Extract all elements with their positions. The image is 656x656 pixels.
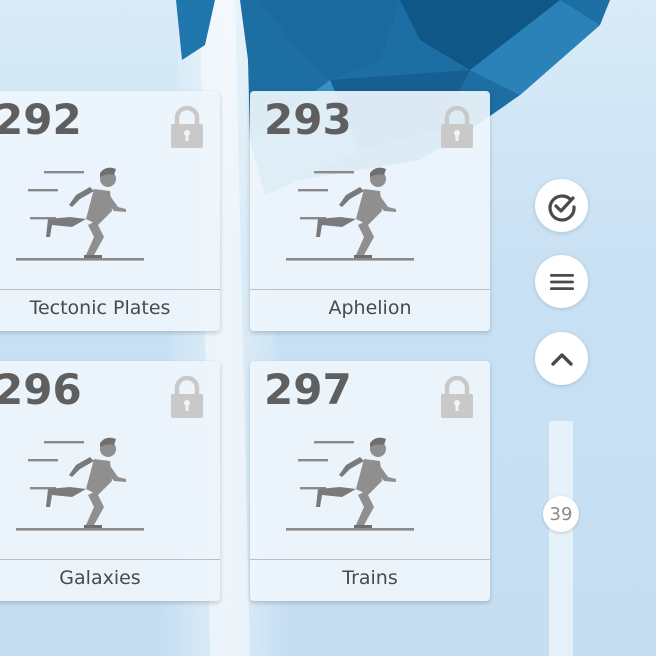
- level-title: Galaxies: [59, 567, 141, 589]
- level-card-296[interactable]: 296 Galaxies: [0, 361, 220, 601]
- chevron-up-icon: [550, 352, 573, 366]
- level-number: 293: [264, 95, 352, 144]
- level-card-293[interactable]: 293 Aphelion: [250, 91, 490, 331]
- card-divider: [0, 289, 220, 290]
- level-title: Aphelion: [328, 297, 412, 319]
- level-card-297[interactable]: 297 Trains: [250, 361, 490, 601]
- card-divider: [250, 559, 490, 560]
- scrollbar-thumb[interactable]: 39: [543, 496, 579, 532]
- level-title: Tectonic Plates: [29, 297, 171, 319]
- check-circle-icon: [547, 193, 576, 222]
- lock-icon: [441, 105, 473, 148]
- level-number: 292: [0, 95, 82, 144]
- menu-icon: [549, 273, 574, 290]
- lock-icon: [171, 105, 203, 148]
- runner-icon: [286, 437, 414, 531]
- level-card-292[interactable]: 292 Tectonic Plates: [0, 91, 220, 331]
- level-number: 297: [264, 365, 352, 414]
- scroll-up-button[interactable]: [535, 332, 588, 385]
- check-button[interactable]: [535, 179, 588, 232]
- lock-icon: [441, 375, 473, 418]
- scrollbar-track[interactable]: [549, 421, 573, 656]
- menu-button[interactable]: [535, 255, 588, 308]
- runner-icon: [16, 167, 144, 261]
- level-title: Trains: [342, 567, 398, 589]
- level-number: 296: [0, 365, 82, 414]
- card-divider: [0, 559, 220, 560]
- runner-icon: [286, 167, 414, 261]
- lock-icon: [171, 375, 203, 418]
- runner-icon: [16, 437, 144, 531]
- card-divider: [250, 289, 490, 290]
- level-select-screen: 292 Tectonic Plates 293 Aphelion 296 Gal…: [0, 0, 656, 656]
